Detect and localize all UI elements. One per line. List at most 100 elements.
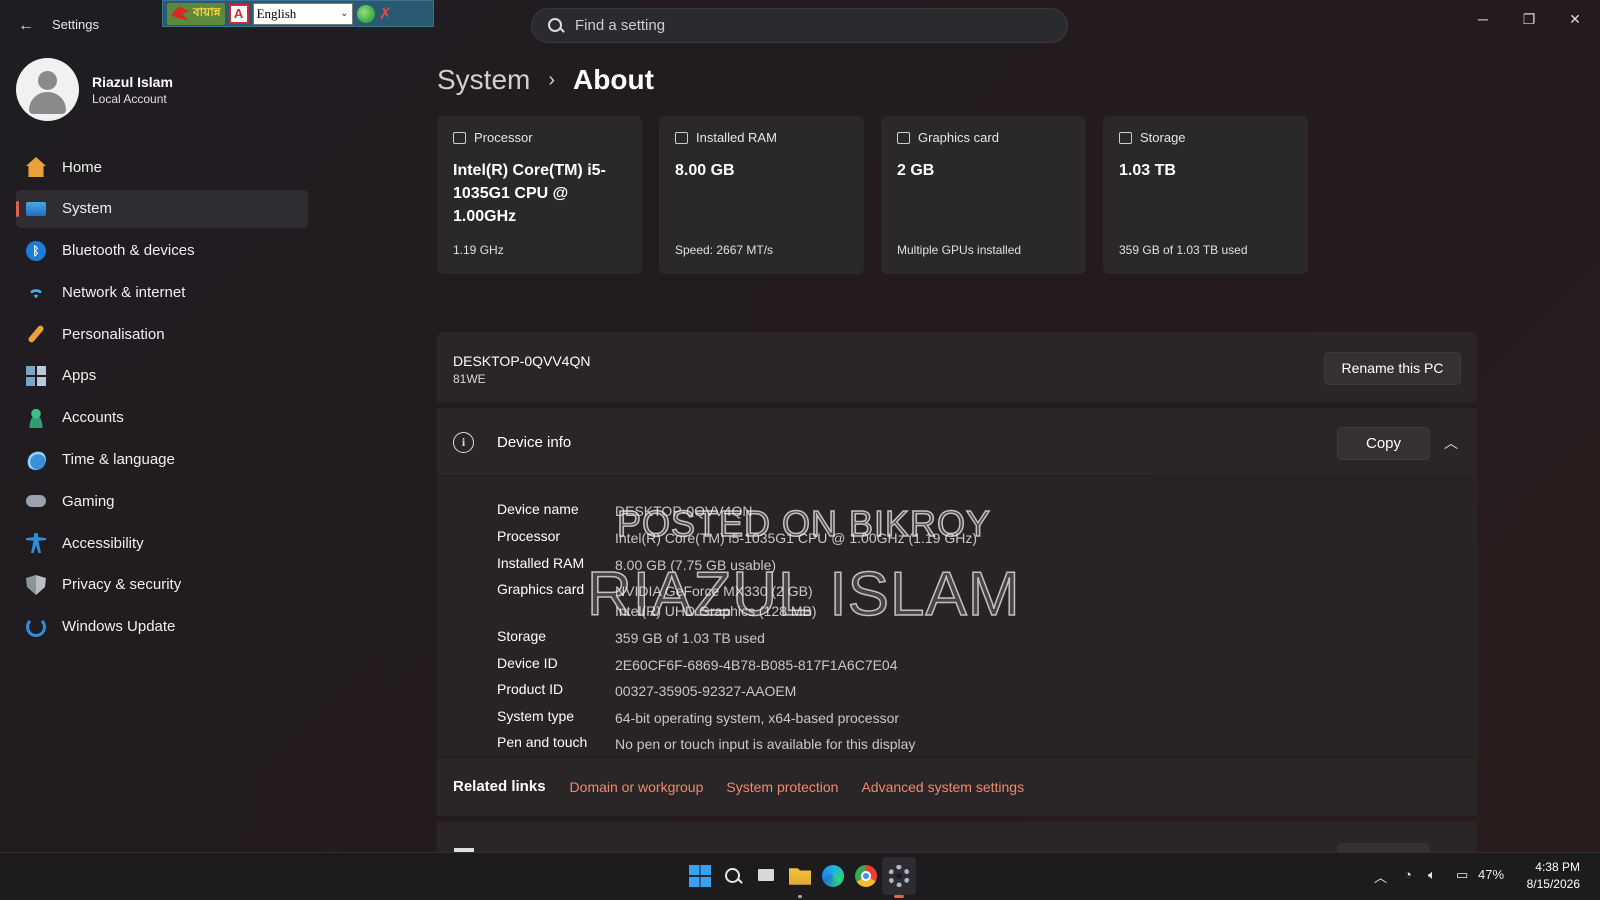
close-icon: ✕ bbox=[1569, 11, 1581, 27]
ime-status-icon[interactable] bbox=[356, 4, 375, 23]
chevron-down-icon: ⌄ bbox=[340, 7, 349, 19]
battery-icon[interactable]: ▭ bbox=[1456, 867, 1468, 883]
chevron-up-icon[interactable]: ︿ bbox=[1374, 867, 1387, 886]
device-info-label: Processor bbox=[497, 528, 561, 544]
windows-spec-card bbox=[437, 822, 1477, 852]
ime-language-select[interactable]: English ⌄ bbox=[252, 2, 353, 25]
spec-card-graphics: Graphics card 2 GB Multiple GPUs install… bbox=[881, 116, 1086, 274]
spec-sub: 359 GB of 1.03 TB used bbox=[1119, 243, 1248, 257]
device-info-row: Storage 359 GB of 1.03 TB used bbox=[497, 628, 765, 648]
arrow-left-icon: ← bbox=[18, 17, 34, 34]
globe-clock-icon bbox=[26, 449, 46, 470]
device-info-row: Processor Intel(R) Core(TM) i5-1035G1 CPU… bbox=[497, 528, 977, 548]
spec-title: Processor bbox=[474, 130, 533, 145]
minimize-button[interactable]: ─ bbox=[1463, 6, 1503, 32]
sidebar-item-accounts[interactable]: Accounts bbox=[16, 399, 308, 437]
chevron-right-icon: › bbox=[548, 68, 556, 91]
restore-button[interactable]: ❐ bbox=[1509, 6, 1549, 32]
link-advanced-system-settings[interactable]: Advanced system settings bbox=[861, 779, 1024, 795]
sidebar-item-bluetooth[interactable]: ᛒ Bluetooth & devices bbox=[16, 232, 308, 270]
settings-icon[interactable] bbox=[888, 865, 910, 887]
brush-icon bbox=[27, 324, 45, 344]
accounts-icon bbox=[26, 407, 46, 428]
spec-value: 8.00 GB bbox=[675, 162, 735, 179]
task-view-icon[interactable] bbox=[756, 865, 778, 887]
close-button[interactable]: ✕ bbox=[1555, 6, 1595, 32]
cpu-icon bbox=[453, 131, 466, 144]
spec-card-processor: Processor Intel(R) Core(TM) i5-1035G1 CP… bbox=[437, 116, 642, 274]
user-name: Riazul Islam bbox=[92, 74, 173, 90]
device-info-label: Graphics card bbox=[497, 581, 585, 597]
volume-icon[interactable]: 🔈︎ bbox=[1428, 867, 1436, 883]
ime-brand-logo[interactable]: বায়ান্ন bbox=[167, 2, 225, 25]
back-button[interactable]: ← bbox=[14, 14, 38, 38]
clock[interactable]: 4:38 PM 8/15/2026 bbox=[1516, 859, 1580, 893]
gpu-icon bbox=[897, 131, 910, 144]
sidebar-item-home[interactable]: Home bbox=[16, 148, 308, 186]
battery-percent: 47% bbox=[1478, 867, 1505, 882]
page-title: About bbox=[573, 64, 654, 95]
sidebar-item-time-language[interactable]: Time & language bbox=[16, 441, 308, 479]
spec-cards: Processor Intel(R) Core(TM) i5-1035G1 CP… bbox=[437, 116, 1308, 274]
breadcrumb: System › About bbox=[437, 58, 654, 102]
title-bar: ← Settings বায়ান্ন A English ⌄ ✗ ─ ❐ ✕ bbox=[0, 0, 1600, 50]
sidebar-item-system[interactable]: System bbox=[16, 189, 308, 228]
chrome-icon[interactable] bbox=[855, 865, 877, 887]
ime-close-icon[interactable]: ✗ bbox=[379, 4, 392, 24]
settings-search bbox=[531, 8, 1068, 43]
sidebar-item-apps[interactable]: Apps bbox=[16, 357, 308, 395]
spec-title: Graphics card bbox=[918, 130, 999, 145]
spec-card-storage: Storage 1.03 TB 359 GB of 1.03 TB used bbox=[1103, 116, 1308, 274]
file-explorer-icon[interactable] bbox=[789, 868, 811, 885]
device-info-label: Installed RAM bbox=[497, 555, 585, 571]
sidebar-item-label: System bbox=[62, 200, 113, 218]
sidebar-item-windows-update[interactable]: Windows Update bbox=[16, 608, 308, 646]
sidebar-item-label: Accounts bbox=[62, 409, 124, 427]
account-type: Local Account bbox=[92, 92, 167, 106]
windows-start-icon[interactable] bbox=[689, 865, 711, 887]
wifi-icon[interactable]: ◔ bbox=[1404, 867, 1412, 882]
search-icon bbox=[546, 16, 566, 36]
spec-sub: 1.19 GHz bbox=[453, 243, 504, 257]
device-info-value: Intel(R) Core(TM) i5-1035G1 CPU @ 1.00GH… bbox=[615, 530, 977, 546]
search-input[interactable] bbox=[575, 9, 1055, 42]
sidebar-item-privacy[interactable]: Privacy & security bbox=[16, 566, 308, 604]
copy-button-partial[interactable] bbox=[1337, 843, 1430, 852]
active-indicator bbox=[894, 895, 904, 898]
spec-title: Installed RAM bbox=[696, 130, 777, 145]
spec-value: 2 GB bbox=[897, 162, 935, 179]
sidebar-item-accessibility[interactable]: Accessibility bbox=[16, 524, 308, 562]
device-info-value: DESKTOP-0QVV4QN bbox=[615, 503, 753, 519]
link-domain-workgroup[interactable]: Domain or workgroup bbox=[570, 779, 704, 795]
clock-time: 4:38 PM bbox=[1535, 860, 1580, 874]
edge-icon[interactable] bbox=[822, 865, 844, 887]
sidebar-item-label: Bluetooth & devices bbox=[62, 242, 195, 260]
breadcrumb-parent[interactable]: System bbox=[437, 64, 530, 96]
pc-name: DESKTOP-0QVV4QN bbox=[453, 353, 591, 369]
device-info-title: Device info bbox=[497, 434, 572, 451]
sidebar-item-label: Personalisation bbox=[62, 325, 165, 343]
device-info-label: Device name bbox=[497, 501, 579, 517]
search-icon[interactable] bbox=[722, 865, 744, 887]
device-info-row: Installed RAM 8.00 GB (7.75 GB usable) bbox=[497, 555, 776, 575]
device-info-label: Pen and touch bbox=[497, 734, 588, 750]
ime-toolbar: বায়ান্ন A English ⌄ ✗ bbox=[162, 0, 434, 27]
sidebar-item-personalisation[interactable]: Personalisation bbox=[16, 315, 308, 353]
user-profile[interactable]: Riazul Islam Local Account bbox=[16, 58, 316, 122]
chevron-up-icon[interactable]: ︿ bbox=[1441, 433, 1461, 453]
sidebar-item-label: Privacy & security bbox=[62, 576, 182, 594]
sidebar-item-label: Apps bbox=[62, 367, 97, 385]
link-system-protection[interactable]: System protection bbox=[726, 779, 838, 795]
ime-a-icon[interactable]: A bbox=[228, 3, 249, 24]
rename-pc-button[interactable]: Rename this PC bbox=[1324, 352, 1461, 385]
pc-model: 81WE bbox=[453, 372, 486, 386]
copy-button[interactable]: Copy bbox=[1337, 427, 1430, 460]
device-info-row: Product ID 00327-35905-92327-AAOEM bbox=[497, 681, 796, 701]
sidebar-item-network[interactable]: Network & internet bbox=[16, 273, 308, 311]
minimize-icon: ─ bbox=[1478, 11, 1488, 27]
device-info-value: 359 GB of 1.03 TB used bbox=[615, 630, 765, 646]
device-info-value: 64-bit operating system, x64-based proce… bbox=[615, 710, 900, 726]
sidebar-item-gaming[interactable]: Gaming bbox=[16, 482, 308, 520]
bluetooth-icon: ᛒ bbox=[26, 240, 46, 261]
device-info-header[interactable]: i Device info Copy ︿ bbox=[437, 408, 1477, 476]
